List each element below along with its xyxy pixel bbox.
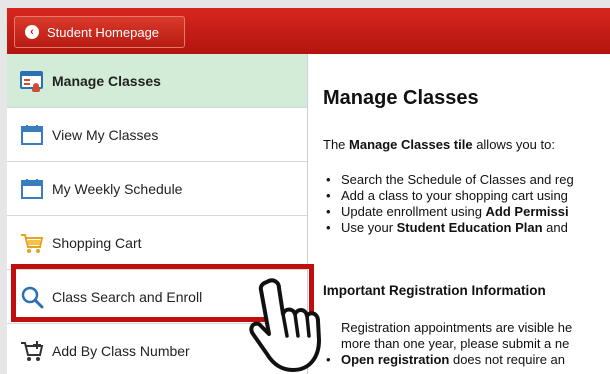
manage-classes-icon: [19, 68, 45, 94]
sidebar-item-view-my-classes[interactable]: View My Classes: [7, 108, 307, 162]
bullet-text: does not require an: [449, 352, 565, 367]
paragraph-line: more than one year, please submit a ne: [341, 336, 570, 351]
bullet-suffix: and: [542, 220, 568, 235]
bullet-text: Update enrollment using: [341, 204, 486, 219]
intro-prefix: The: [323, 137, 350, 152]
list-item: Use your Student Education Plan and: [323, 220, 574, 236]
sidebar-item-manage-classes[interactable]: Manage Classes: [7, 54, 307, 108]
sidebar-item-label: Add By Class Number: [52, 342, 190, 359]
paragraph-line: Registration appointments are visible he: [341, 320, 573, 335]
list-item: Open registration does not require an: [323, 352, 565, 368]
bullet-text: Search the Schedule of Classes and reg: [341, 172, 574, 187]
student-homepage-button[interactable]: ‹ Student Homepage: [14, 16, 185, 48]
sidebar: Manage Classes View My Classes My Weekly…: [7, 54, 308, 374]
chevron-left-icon: ‹: [25, 25, 39, 39]
sidebar-item-label: Class Search and Enroll: [52, 288, 203, 305]
student-homepage-label: Student Homepage: [47, 24, 160, 40]
bullet-text: Use your: [341, 220, 397, 235]
sidebar-item-label: My Weekly Schedule: [52, 180, 183, 197]
bullet-text: Add a class to your shopping cart using: [341, 188, 568, 203]
main-content: Manage Classes The Manage Classes tile a…: [323, 54, 610, 374]
registration-paragraph: Registration appointments are visible he…: [341, 320, 572, 352]
bullet-bold: Open registration: [341, 352, 450, 367]
sidebar-item-label: Manage Classes: [52, 72, 161, 89]
bullet-list: Search the Schedule of Classes and reg A…: [323, 172, 574, 236]
sidebar-item-label: View My Classes: [52, 126, 159, 143]
sidebar-item-label: Shopping Cart: [52, 234, 142, 251]
bullet-bold: Student Education Plan: [396, 220, 543, 235]
intro-text: The Manage Classes tile allows you to:: [323, 137, 555, 152]
search-icon: [19, 284, 45, 310]
calendar-icon: [19, 122, 45, 148]
list-item: Search the Schedule of Classes and reg: [323, 172, 574, 188]
list-item: Update enrollment using Add Permissi: [323, 204, 574, 220]
bullet-bold: Add Permissi: [485, 204, 569, 219]
sidebar-item-shopping-cart[interactable]: Shopping Cart: [7, 216, 307, 270]
calendar-icon: [19, 176, 45, 202]
cart-add-icon: [19, 338, 45, 364]
section-title: Important Registration Information: [323, 283, 546, 298]
list-item: Add a class to your shopping cart using: [323, 188, 574, 204]
intro-bold: Manage Classes tile: [349, 137, 473, 152]
sidebar-item-class-search-and-enroll[interactable]: Class Search and Enroll: [7, 270, 307, 324]
shopping-cart-icon: [19, 230, 45, 256]
sidebar-item-add-by-class-number[interactable]: Add By Class Number: [7, 324, 307, 374]
page-title: Manage Classes: [323, 87, 479, 109]
intro-suffix: allows you to:: [472, 137, 555, 152]
sidebar-item-my-weekly-schedule[interactable]: My Weekly Schedule: [7, 162, 307, 216]
